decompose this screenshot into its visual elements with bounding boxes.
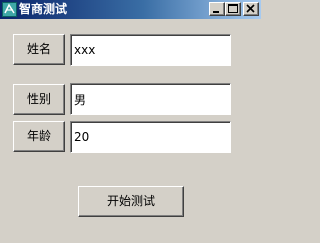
minimize-button[interactable] bbox=[209, 2, 225, 16]
age-label-button[interactable]: 年龄 bbox=[13, 121, 65, 152]
gender-label-button[interactable]: 性别 bbox=[13, 84, 65, 115]
name-label-button[interactable]: 姓名 bbox=[13, 34, 65, 65]
title-bar[interactable]: 智商测试 bbox=[0, 0, 261, 19]
maximize-button[interactable] bbox=[225, 2, 241, 16]
minimize-icon bbox=[213, 11, 219, 13]
name-input[interactable] bbox=[70, 34, 231, 66]
gender-input[interactable] bbox=[70, 83, 231, 115]
window-title: 智商测试 bbox=[19, 2, 68, 16]
main-window: 智商测试 姓名 性别 年龄 开始测试 bbox=[0, 0, 261, 243]
close-icon bbox=[246, 4, 255, 13]
close-button[interactable] bbox=[243, 2, 259, 16]
maximize-icon bbox=[228, 4, 238, 13]
app-icon[interactable] bbox=[2, 2, 17, 17]
start-test-button[interactable]: 开始测试 bbox=[78, 186, 184, 217]
age-input[interactable] bbox=[70, 121, 231, 153]
